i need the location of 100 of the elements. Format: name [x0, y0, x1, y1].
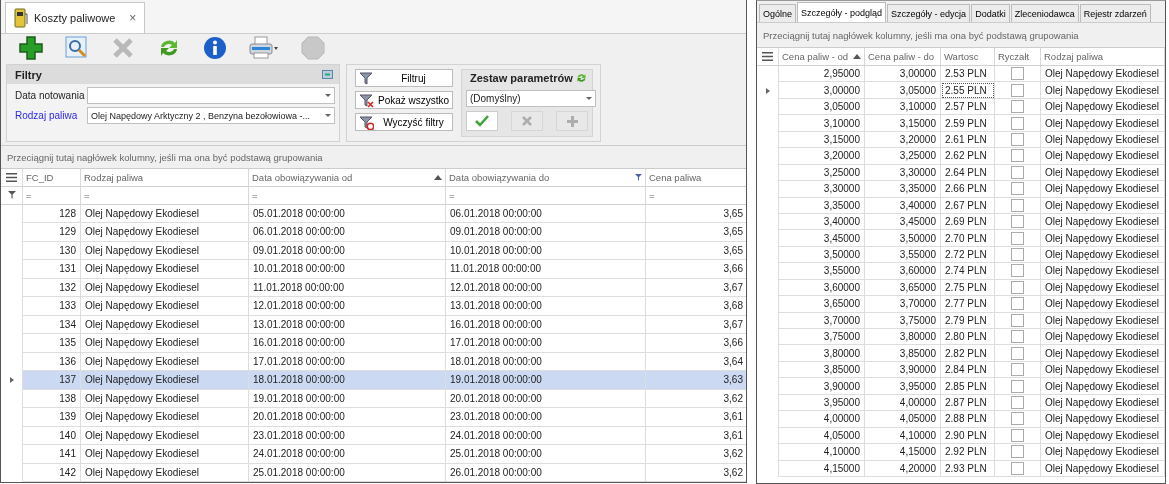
dropdown-field[interactable]: (Domyślny)	[466, 90, 596, 108]
checkbox[interactable]	[1011, 83, 1024, 97]
checkbox[interactable]	[1011, 198, 1024, 212]
checkbox[interactable]	[1011, 165, 1024, 179]
table-cell: Olej Napędowy Ekodiesel	[1041, 345, 1165, 362]
table-cell: 20.01.2018 00:00:00	[446, 389, 646, 408]
tab[interactable]: Rejestr zdarzeń	[1079, 4, 1151, 22]
table-cell: 2.69 PLN	[941, 213, 995, 231]
table-cell: Olej Napędowy Ekodiesel	[81, 204, 249, 223]
close-icon[interactable]: ×	[129, 10, 137, 25]
table-row[interactable]: 140 Olej Napędowy Ekodiesel 23.01.2018 00:00:00 24.01.2018 00:00:00 3,61	[1, 426, 746, 445]
dropdown-field[interactable]	[87, 87, 335, 105]
checkbox[interactable]	[1011, 330, 1024, 344]
column-header[interactable]: Data obowiązywania od	[249, 168, 446, 187]
table-row[interactable]: 129 Olej Napędowy Ekodiesel 06.01.2018 00:00:00 09.01.2018 00:00:00 3,65	[1, 223, 746, 242]
column-header[interactable]: Rodzaj paliwa	[81, 168, 249, 187]
checkbox[interactable]	[1011, 445, 1024, 459]
checkbox[interactable]	[1011, 264, 1024, 278]
table-cell: 11.01.2018 00:00:00	[249, 278, 446, 297]
table-row[interactable]: 139 Olej Napędowy Ekodiesel 20.01.2018 00:00:00 23.01.2018 00:00:00 3,61	[1, 408, 746, 427]
table-cell: Olej Napędowy Ekodiesel	[81, 389, 249, 408]
column-header[interactable]: FC_ID	[23, 168, 81, 187]
tab[interactable]: Szczegóły - edycja	[887, 4, 971, 22]
pin-icon[interactable]	[322, 70, 333, 80]
column-chooser-icon[interactable]	[6, 172, 17, 182]
table-cell: 3,05000	[865, 82, 941, 99]
refresh-icon[interactable]	[575, 72, 588, 85]
table-row[interactable]: 141 Olej Napędowy Ekodiesel 24.01.2018 00:00:00 25.01.2018 00:00:00 3,62	[1, 445, 746, 464]
column-header[interactable]: Wartosc	[941, 48, 995, 66]
column-header[interactable]: Cena paliw - do	[865, 48, 941, 66]
table-row[interactable]: 133 Olej Napędowy Ekodiesel 12.01.2018 00:00:00 13.01.2018 00:00:00 3,68	[1, 297, 746, 316]
column-header[interactable]: Data obowiązywania do	[446, 168, 646, 187]
table-cell: 2.57 PLN	[941, 98, 995, 116]
tab[interactable]: Ogólne	[759, 4, 797, 22]
checkbox[interactable]	[1011, 379, 1024, 393]
checkbox[interactable]	[1011, 132, 1024, 146]
dropdown-field[interactable]: Olej Napędowy Arktyczny 2 , Benzyna bezołowiowa -...	[87, 107, 335, 125]
table-cell: 4,05000	[779, 427, 865, 445]
checkbox[interactable]	[1011, 215, 1024, 229]
table-cell: 3,95000	[779, 394, 865, 412]
table-cell: 3,66	[646, 260, 746, 279]
checkbox[interactable]	[1011, 395, 1024, 409]
tab[interactable]: Szczegóły - podgląd	[797, 2, 887, 22]
checkbox[interactable]	[1011, 346, 1024, 360]
tab[interactable]: Dodatki	[971, 4, 1010, 22]
table-cell: 10.01.2018 00:00:00	[446, 241, 646, 260]
toolbar-button[interactable]	[65, 35, 89, 60]
table-cell: 3,70000	[865, 296, 941, 313]
checkbox[interactable]	[1011, 100, 1024, 114]
parameter-button[interactable]	[466, 111, 498, 132]
table-row[interactable]: 132 Olej Napędowy Ekodiesel 11.01.2018 00:00:00 12.01.2018 00:00:00 3,67	[1, 278, 746, 297]
table-cell: 2.72 PLN	[941, 246, 995, 264]
table-cell: 134	[23, 315, 81, 334]
table-row[interactable]: 128 Olej Napędowy Ekodiesel 05.01.2018 00:00:00 06.01.2018 00:00:00 3,65	[1, 204, 746, 223]
checkbox[interactable]	[1011, 116, 1024, 130]
table-cell: Olej Napędowy Ekodiesel	[81, 334, 249, 353]
table-cell: 3,45000	[865, 213, 941, 231]
checkbox[interactable]	[1011, 428, 1024, 442]
table-cell: 2.55 PLN	[941, 82, 995, 99]
table-cell: 132	[23, 278, 81, 297]
filter-button[interactable]: Filtruj	[355, 69, 453, 88]
table-row[interactable]: 131 Olej Napędowy Ekodiesel 10.01.2018 00:00:00 11.01.2018 00:00:00 3,66	[1, 260, 746, 279]
table-row[interactable]: 130 Olej Napędowy Ekodiesel 09.01.2018 00:00:00 10.01.2018 00:00:00 3,65	[1, 241, 746, 260]
panel-title: Filtry	[15, 68, 42, 81]
table-row[interactable]: 137 Olej Napędowy Ekodiesel 18.01.2018 00:00:00 19.01.2018 00:00:00 3,63	[1, 371, 746, 390]
checkbox[interactable]	[1011, 297, 1024, 311]
checkbox[interactable]	[1011, 182, 1024, 196]
column-chooser-icon[interactable]	[762, 52, 773, 61]
column-header[interactable]: Rodzaj paliwa	[1041, 48, 1165, 66]
checkbox[interactable]	[1011, 412, 1024, 426]
toolbar-button[interactable]	[19, 35, 43, 60]
tab[interactable]: Zleceniodawca	[1010, 4, 1079, 22]
column-header[interactable]: Ryczałt	[995, 48, 1041, 66]
table-cell: Olej Napędowy Ekodiesel	[1041, 246, 1165, 264]
checkbox[interactable]	[1011, 461, 1024, 475]
toolbar-button[interactable]	[249, 35, 279, 60]
column-header[interactable]: Cena paliw - od	[779, 48, 865, 66]
filter-icon[interactable]	[635, 173, 642, 181]
checkbox[interactable]	[1011, 149, 1024, 163]
table-cell: 09.01.2018 00:00:00	[446, 223, 646, 242]
table-cell: 2.93 PLN	[941, 460, 995, 477]
table-row[interactable]: 135 Olej Napędowy Ekodiesel 16.01.2018 00:00:00 17.01.2018 00:00:00 3,66	[1, 334, 746, 353]
checkbox[interactable]	[1011, 67, 1024, 81]
document-tab[interactable]: Koszty paliwowe ×	[5, 1, 146, 33]
table-cell: 18.01.2018 00:00:00	[249, 371, 446, 390]
table-cell: 142	[23, 463, 81, 482]
table-row[interactable]: 134 Olej Napędowy Ekodiesel 13.01.2018 00:00:00 16.01.2018 00:00:00 3,67	[1, 315, 746, 334]
checkbox[interactable]	[1011, 313, 1024, 327]
table-cell: 2.53 PLN	[941, 66, 995, 83]
checkbox[interactable]	[1011, 248, 1024, 262]
table-row[interactable]: 142 Olej Napędowy Ekodiesel 25.01.2018 00:00:00 26.01.2018 00:00:00 3,62	[1, 463, 746, 482]
filter-button[interactable]: Pokaż wszystko	[355, 91, 453, 110]
checkbox[interactable]	[1011, 231, 1024, 245]
table-cell: 2.82 PLN	[941, 345, 995, 362]
filter-button[interactable]: Wyczyść filtry	[355, 113, 453, 132]
filter-icon[interactable]	[7, 191, 16, 199]
toolbar-button[interactable]	[203, 35, 227, 60]
table-row[interactable]: 138 Olej Napędowy Ekodiesel 19.01.2018 00:00:00 20.01.2018 00:00:00 3,62	[1, 389, 746, 408]
checkbox[interactable]	[1011, 280, 1024, 294]
checkbox[interactable]	[1011, 363, 1024, 377]
